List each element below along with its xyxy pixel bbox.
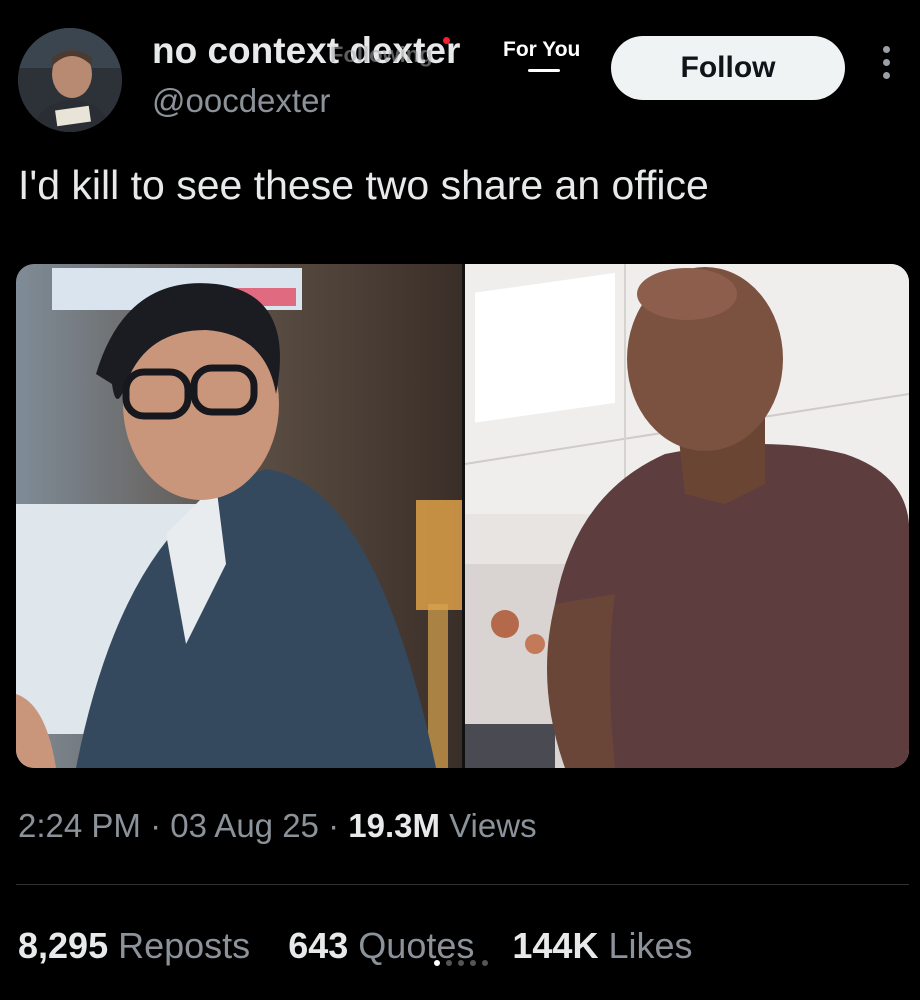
meta-separator: · <box>150 807 162 844</box>
page-dot <box>482 960 488 966</box>
views-count: 19.3M <box>348 807 440 844</box>
tweet-date[interactable]: 03 Aug 25 <box>170 807 319 844</box>
media-photo-right[interactable] <box>465 264 909 768</box>
likes-stat[interactable]: 144K Likes <box>512 925 692 966</box>
reposts-stat[interactable]: 8,295 Reposts <box>18 925 250 966</box>
page-dot <box>470 960 476 966</box>
follow-button[interactable]: Follow <box>611 36 845 100</box>
engagement-stats: 8,295 Reposts 643 Quotes 144K Likes <box>18 925 721 967</box>
reposts-count: 8,295 <box>18 925 109 966</box>
more-options-icon[interactable] <box>872 46 900 90</box>
tweet-meta: 2:24 PM · 03 Aug 25 · 19.3M Views <box>18 807 537 845</box>
quotes-count: 643 <box>288 925 349 966</box>
tweet-time[interactable]: 2:24 PM <box>18 807 141 844</box>
likes-count: 144K <box>512 925 599 966</box>
likes-label: Likes <box>608 925 693 966</box>
tweet-text: I'd kill to see these two share an offic… <box>18 162 709 208</box>
page-dot-active <box>434 960 440 966</box>
tab-for-you[interactable]: For You <box>503 38 580 62</box>
active-tab-indicator <box>528 69 560 72</box>
page-indicator <box>434 953 494 966</box>
meta-separator: · <box>328 807 340 844</box>
media-photo-left[interactable] <box>16 264 462 768</box>
tweet-media[interactable] <box>16 264 909 768</box>
reposts-label: Reposts <box>118 925 251 966</box>
page-dot <box>446 960 452 966</box>
profile-avatar[interactable] <box>18 28 122 132</box>
divider <box>16 884 909 885</box>
page-dot <box>458 960 464 966</box>
views-label: Views <box>449 807 537 844</box>
tab-following[interactable]: Following <box>330 42 433 68</box>
notification-dot-icon <box>443 37 450 44</box>
user-handle[interactable]: @oocdexter <box>152 82 330 120</box>
